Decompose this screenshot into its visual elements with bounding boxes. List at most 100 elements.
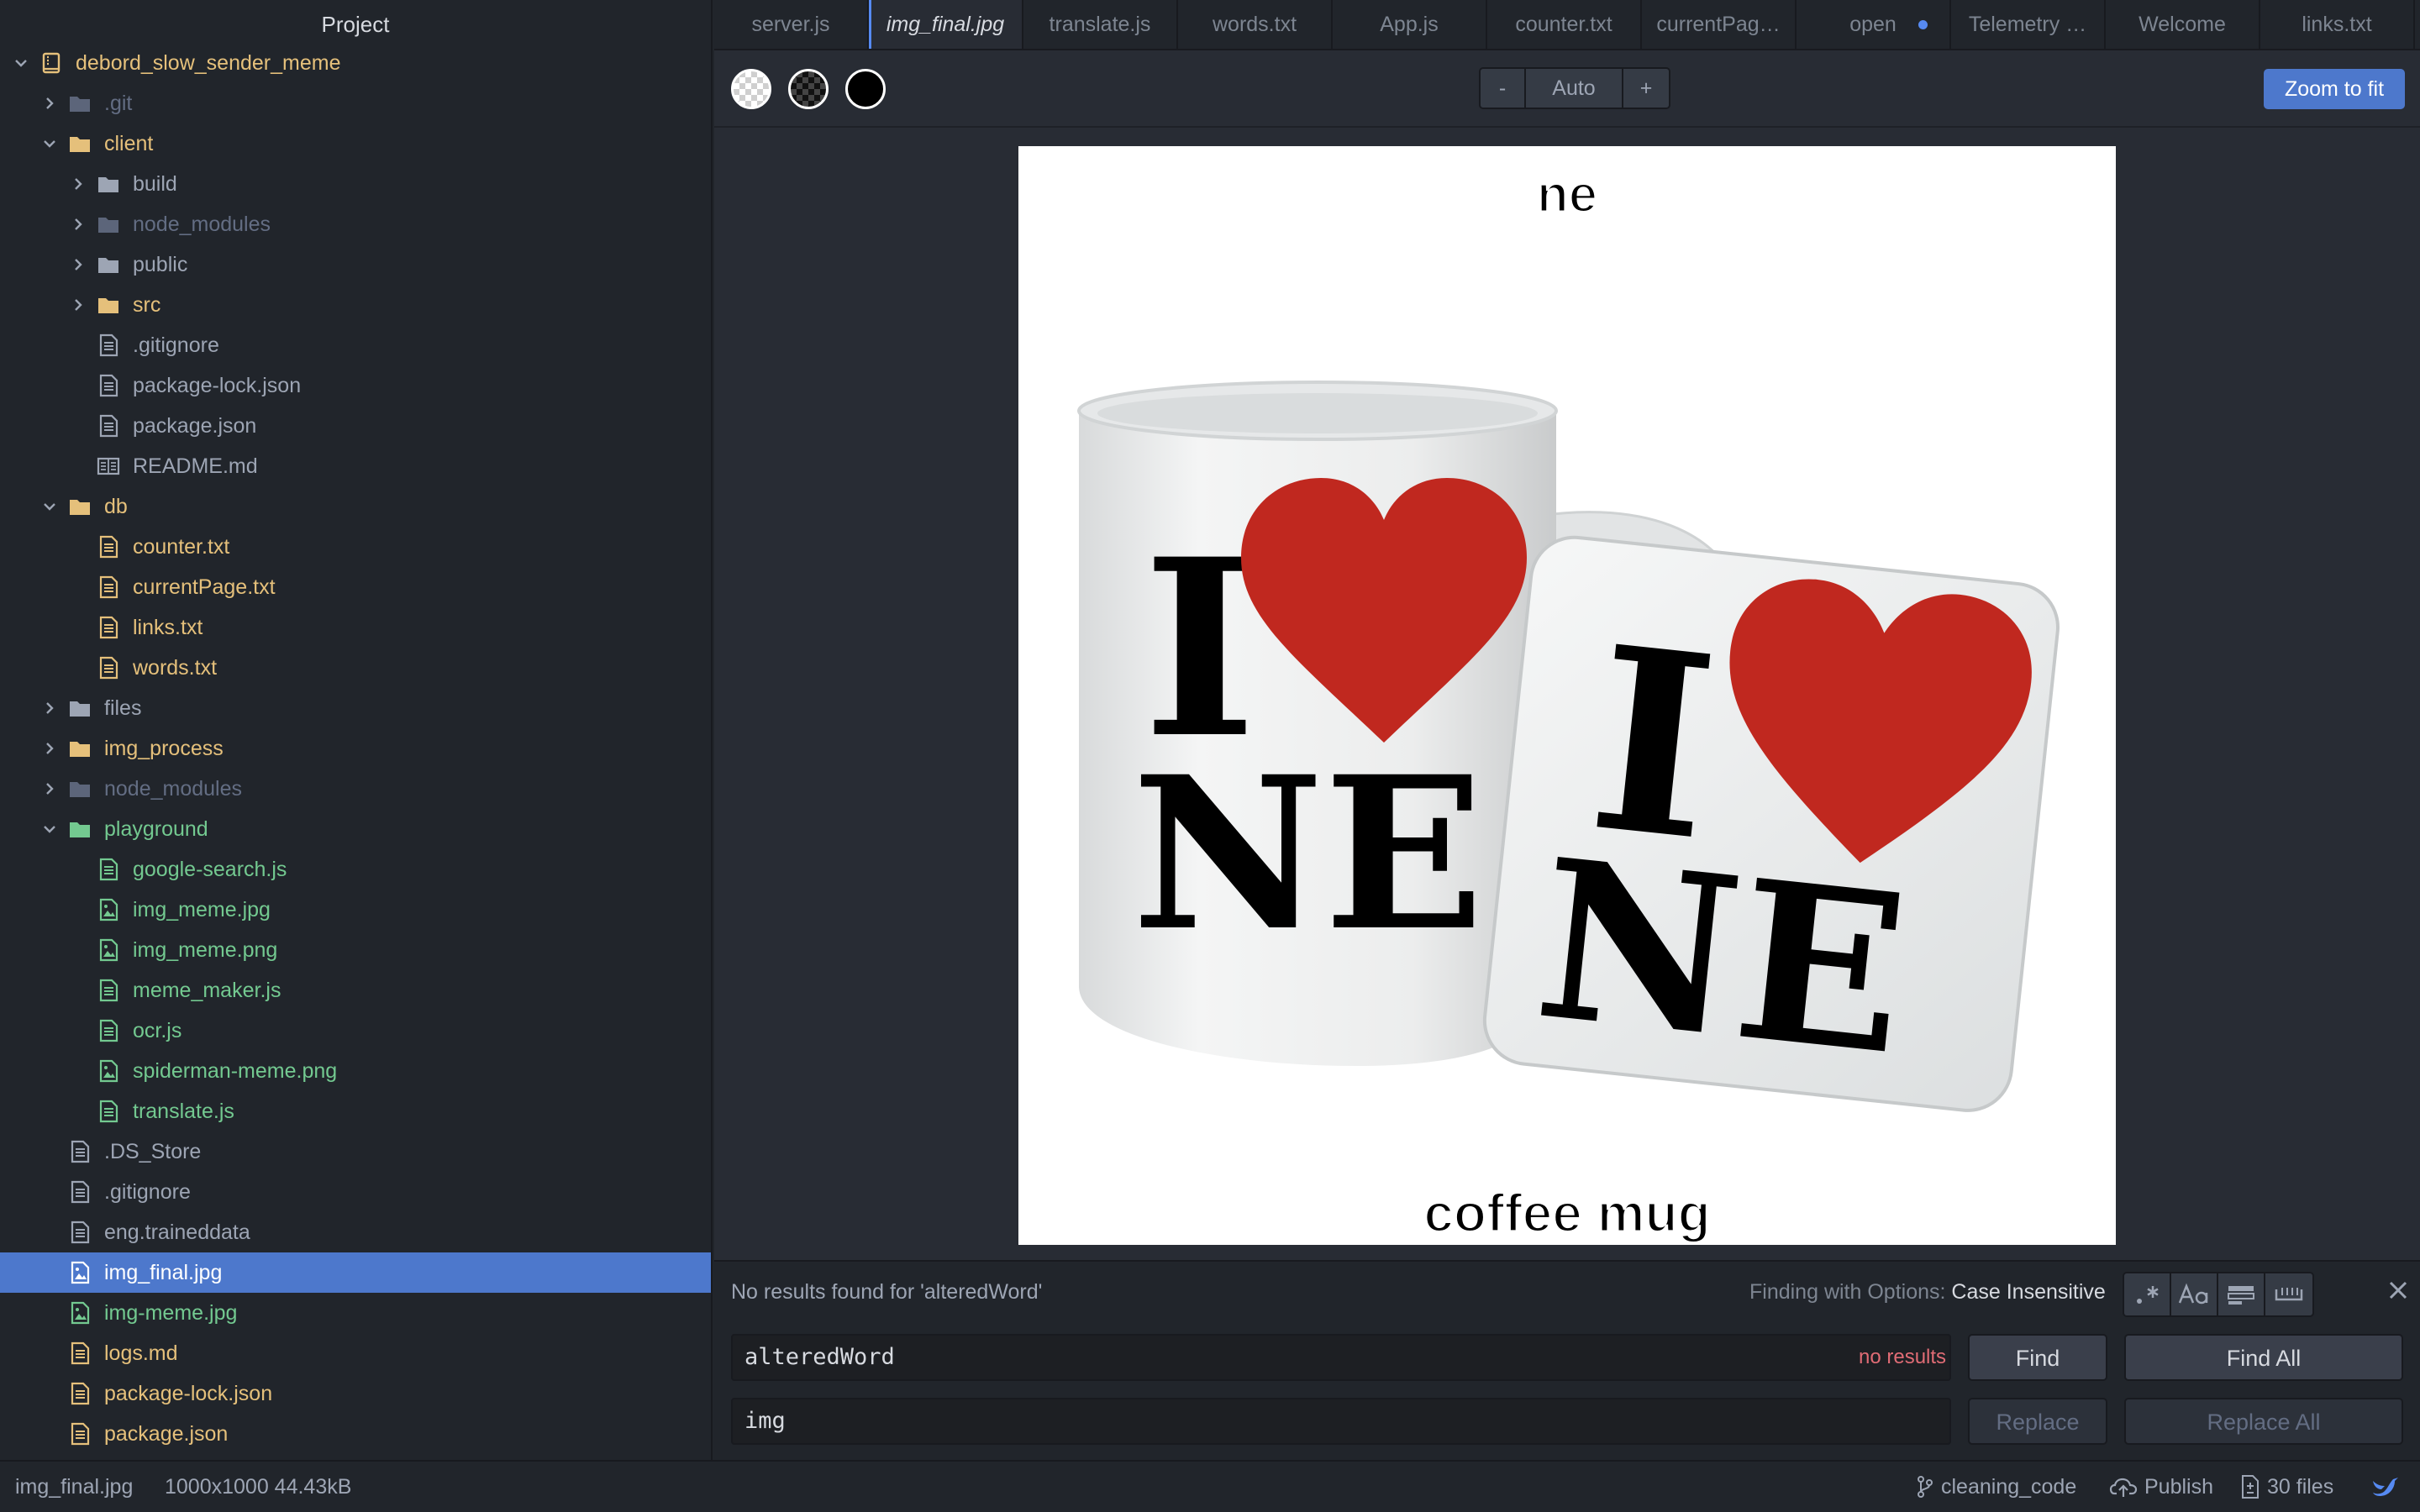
- tab[interactable]: currentPag…: [1642, 0, 1797, 49]
- tab[interactable]: img_final.jpg: [869, 0, 1023, 49]
- tab[interactable]: open: [1797, 0, 1951, 49]
- tree-file-row[interactable]: currentPage.txt: [0, 567, 711, 607]
- chevron-down-icon[interactable]: [40, 820, 59, 838]
- tree-item-label: translate.js: [133, 1099, 234, 1123]
- meme-image: ne I NE I NE coffee mug: [1077, 165, 2060, 1245]
- tree-file-row[interactable]: ocr.js: [0, 1011, 711, 1051]
- tree-item-label: client: [104, 131, 154, 155]
- chevron-down-icon[interactable]: [12, 54, 30, 72]
- status-publish[interactable]: Publish: [2109, 1462, 2213, 1512]
- tree-file-row[interactable]: eng.traineddata: [0, 1212, 711, 1252]
- status-file-count[interactable]: 30 files: [2240, 1462, 2333, 1512]
- replace-button[interactable]: Replace: [1968, 1398, 2107, 1445]
- tab[interactable]: server.js: [714, 0, 869, 49]
- tree-file-row[interactable]: counter.txt: [0, 527, 711, 567]
- tree-folder-row[interactable]: db: [0, 486, 711, 527]
- chevron-right-icon[interactable]: [40, 94, 59, 113]
- close-find-panel-button[interactable]: [2383, 1278, 2413, 1309]
- status-branch[interactable]: cleaning_code: [1916, 1462, 2076, 1512]
- find-input-value: alteredWord: [744, 1344, 895, 1370]
- status-file-name[interactable]: img_final.jpg: [15, 1462, 133, 1512]
- tree-file-row[interactable]: img_meme.jpg: [0, 890, 711, 930]
- tree-file-row[interactable]: img_meme.png: [0, 930, 711, 970]
- tree-folder-row[interactable]: client: [0, 123, 711, 164]
- tree-file-row[interactable]: google-search.js: [0, 849, 711, 890]
- chevron-right-icon[interactable]: [69, 255, 87, 274]
- dark-background-swatch[interactable]: [788, 69, 829, 109]
- tree-folder-row[interactable]: public: [0, 244, 711, 285]
- tab-label: counter.txt: [1515, 13, 1612, 36]
- replace-all-button[interactable]: Replace All: [2124, 1398, 2403, 1445]
- regex-toggle[interactable]: [2124, 1273, 2171, 1315]
- tree-folder-row[interactable]: .git: [0, 83, 711, 123]
- tree-item-label: .gitignore: [104, 1179, 191, 1204]
- status-bird-button[interactable]: [2371, 1462, 2407, 1512]
- tree-folder-row[interactable]: playground: [0, 809, 711, 849]
- tree-file-row[interactable]: translate.js: [0, 1091, 711, 1131]
- tree-file-row[interactable]: meme_maker.js: [0, 970, 711, 1011]
- tree-file-row[interactable]: links.txt: [0, 607, 711, 648]
- chevron-down-icon[interactable]: [40, 497, 59, 516]
- tree-folder-row[interactable]: img_process: [0, 728, 711, 769]
- tree-item-label: node_modules: [104, 776, 243, 801]
- tab[interactable]: Welcome: [2106, 0, 2260, 49]
- tree-file-row[interactable]: package-lock.json: [0, 1373, 711, 1414]
- chevron-right-icon[interactable]: [40, 780, 59, 798]
- tree-folder-row[interactable]: build: [0, 164, 711, 204]
- modified-dot-icon[interactable]: [1918, 20, 1928, 29]
- tree-file-row[interactable]: words.txt: [0, 648, 711, 688]
- tree-folder-row[interactable]: node_modules: [0, 204, 711, 244]
- tree-file-row[interactable]: package-lock.json: [0, 365, 711, 406]
- zoom-in-button[interactable]: +: [1623, 69, 1669, 108]
- tree-file-row[interactable]: .gitignore: [0, 1172, 711, 1212]
- tree-folder-row[interactable]: node_modules: [0, 769, 711, 809]
- tree-file-row[interactable]: img_final.jpg: [0, 1252, 711, 1293]
- chevron-right-icon[interactable]: [69, 175, 87, 193]
- tree-file-row[interactable]: logs.md: [0, 1333, 711, 1373]
- tree-folder-row[interactable]: debord_slow_sender_meme: [0, 43, 711, 83]
- find-button[interactable]: Find: [1968, 1334, 2107, 1381]
- tab[interactable]: App.js: [1333, 0, 1487, 49]
- folder-icon: [67, 91, 92, 116]
- replace-input[interactable]: img: [731, 1398, 1951, 1445]
- file-text-icon: [96, 978, 121, 1003]
- in-selection-toggle[interactable]: [2218, 1273, 2265, 1315]
- tree-folder-row[interactable]: files: [0, 688, 711, 728]
- tree-item-label: currentPage.txt: [133, 575, 276, 599]
- find-input[interactable]: alteredWord no results: [731, 1334, 1951, 1381]
- tree-item-label: meme_maker.js: [133, 978, 281, 1002]
- file-text-icon: [67, 1139, 92, 1164]
- find-replace-panel: No results found for 'alteredWord' Findi…: [714, 1260, 2420, 1460]
- transparent-background-swatch[interactable]: [731, 69, 771, 109]
- chevron-right-icon[interactable]: [69, 215, 87, 234]
- chevron-right-icon[interactable]: [69, 296, 87, 314]
- tab[interactable]: words.txt: [1178, 0, 1333, 49]
- file-media-icon: [67, 1260, 92, 1285]
- zoom-level-button[interactable]: Auto: [1526, 69, 1623, 108]
- find-all-button[interactable]: Find All: [2124, 1334, 2403, 1381]
- tree-file-row[interactable]: package.json: [0, 1414, 711, 1454]
- tab[interactable]: translate.js: [1023, 0, 1178, 49]
- chevron-right-icon[interactable]: [40, 699, 59, 717]
- tab[interactable]: links.txt: [2260, 0, 2415, 49]
- close-icon: [2389, 1281, 2407, 1299]
- tree-file-row[interactable]: README.md: [0, 446, 711, 486]
- git-branch-icon: [1918, 1476, 1933, 1498]
- folder-icon: [96, 252, 121, 277]
- zoom-to-fit-button[interactable]: Zoom to fit: [2264, 69, 2405, 109]
- tree-file-row[interactable]: .DS_Store: [0, 1131, 711, 1172]
- tab[interactable]: counter.txt: [1487, 0, 1642, 49]
- tree-file-row[interactable]: .gitignore: [0, 325, 711, 365]
- case-sensitive-toggle[interactable]: [2171, 1273, 2218, 1315]
- chevron-right-icon[interactable]: [40, 739, 59, 758]
- tree-file-row[interactable]: spiderman-meme.png: [0, 1051, 711, 1091]
- zoom-out-button[interactable]: -: [1481, 69, 1526, 108]
- find-result-count: no results: [1859, 1346, 1947, 1368]
- tree-file-row[interactable]: package.json: [0, 406, 711, 446]
- chevron-down-icon[interactable]: [40, 134, 59, 153]
- whole-word-toggle[interactable]: [2265, 1273, 2312, 1315]
- tree-file-row[interactable]: img-meme.jpg: [0, 1293, 711, 1333]
- tree-folder-row[interactable]: src: [0, 285, 711, 325]
- black-background-swatch[interactable]: [845, 69, 886, 109]
- tab[interactable]: Telemetry …: [1951, 0, 2106, 49]
